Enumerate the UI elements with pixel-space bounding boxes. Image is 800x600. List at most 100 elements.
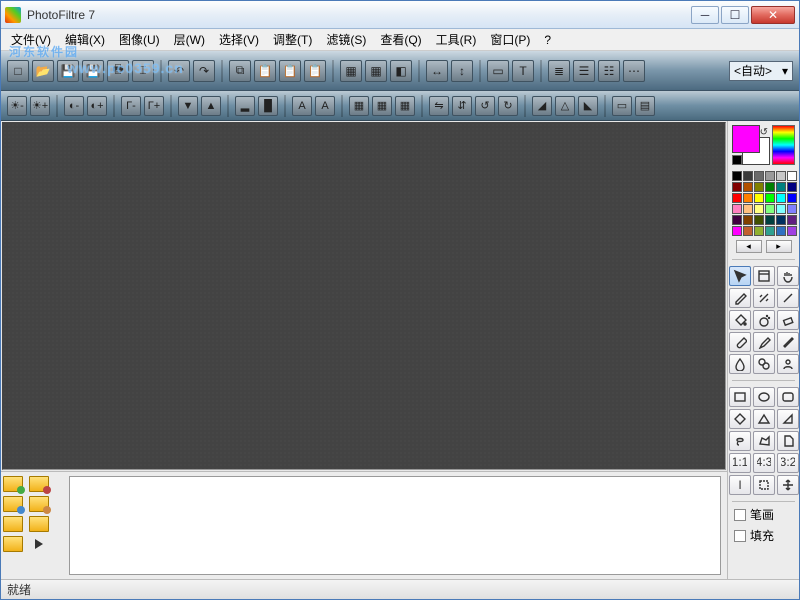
fit-h-button[interactable]: ↕	[451, 60, 473, 82]
rgba-button[interactable]: ▦	[365, 60, 387, 82]
layer-up-icon[interactable]	[3, 496, 23, 512]
palette-color[interactable]	[754, 182, 764, 192]
foreground-color[interactable]	[732, 125, 760, 153]
maximize-button[interactable]: ☐	[721, 6, 749, 24]
poly-tool[interactable]	[753, 431, 775, 451]
zoom-combo[interactable]: <自动>▾	[729, 61, 793, 81]
palette-color[interactable]	[754, 215, 764, 225]
brush-tool[interactable]	[729, 332, 751, 352]
palette-color[interactable]	[743, 193, 753, 203]
layer-new-icon[interactable]	[3, 476, 23, 492]
gray1-button[interactable]: ◢	[532, 96, 552, 116]
palette-color[interactable]	[787, 215, 797, 225]
grid3-button[interactable]: ▦	[395, 96, 415, 116]
palette-color[interactable]	[787, 204, 797, 214]
grid2-button[interactable]: ▦	[372, 96, 392, 116]
fx1-button[interactable]: ▭	[612, 96, 632, 116]
palette-color[interactable]	[765, 226, 775, 236]
fx2-button[interactable]: ▤	[635, 96, 655, 116]
minimize-button[interactable]: ─	[691, 6, 719, 24]
diamond-tool[interactable]	[729, 409, 751, 429]
palette-next-button[interactable]: ▸	[766, 240, 792, 253]
ratio-11-tool[interactable]: 1:1	[729, 453, 751, 473]
menu-10[interactable]: ?	[538, 31, 557, 49]
blur-tool[interactable]	[729, 354, 751, 374]
palette-color[interactable]	[732, 204, 742, 214]
fill-checkbox[interactable]: 填充	[728, 525, 799, 546]
eraser-tool[interactable]	[777, 310, 799, 330]
hist-up-button[interactable]: █	[258, 96, 278, 116]
fit-w-button[interactable]: ↔	[426, 60, 448, 82]
color-spectrum[interactable]	[772, 125, 795, 165]
hist-dn-button[interactable]: ▂	[235, 96, 255, 116]
saveall-button[interactable]: 💾	[82, 60, 104, 82]
palette-color[interactable]	[787, 171, 797, 181]
sat-dn-button[interactable]: ▼	[178, 96, 198, 116]
palette-color[interactable]	[787, 193, 797, 203]
menu-8[interactable]: 工具(R)	[430, 29, 483, 50]
bucket-tool[interactable]	[729, 310, 751, 330]
pointer-tool[interactable]	[729, 266, 751, 286]
palette-color[interactable]	[776, 171, 786, 181]
palette-color[interactable]	[776, 226, 786, 236]
gamma-up-button[interactable]: Γ+	[144, 96, 164, 116]
palette-color[interactable]	[732, 182, 742, 192]
palette-color[interactable]	[743, 215, 753, 225]
bright-up-button[interactable]: ☀+	[30, 96, 50, 116]
layers-strip[interactable]	[69, 476, 721, 575]
palette-color[interactable]	[754, 171, 764, 181]
layers-button[interactable]: ≣	[548, 60, 570, 82]
menu-5[interactable]: 调整(T)	[267, 29, 318, 50]
swap-colors-icon[interactable]: ↺	[760, 127, 768, 138]
clone-tool[interactable]	[753, 354, 775, 374]
play-icon[interactable]	[35, 539, 43, 549]
palette-color[interactable]	[765, 182, 775, 192]
layer-down-icon[interactable]	[29, 496, 49, 512]
bright-dn-button[interactable]: ☀-	[7, 96, 27, 116]
menu-0[interactable]: 文件(V)	[5, 29, 57, 50]
text-sel-tool[interactable]: I	[729, 475, 751, 495]
ellipse-tool[interactable]	[753, 387, 775, 407]
palette-color[interactable]	[743, 171, 753, 181]
text-button[interactable]: T	[512, 60, 534, 82]
palette-color[interactable]	[776, 215, 786, 225]
palette-color[interactable]	[776, 193, 786, 203]
scan-button[interactable]: ⌶	[132, 60, 154, 82]
paste-layer-button[interactable]: 📋	[304, 60, 326, 82]
palette-color[interactable]	[765, 171, 775, 181]
pencil-tool[interactable]	[777, 332, 799, 352]
palette-color[interactable]	[754, 226, 764, 236]
palette-color[interactable]	[732, 226, 742, 236]
adv-brush-tool[interactable]	[753, 332, 775, 352]
contrast-dn-button[interactable]: ◐-	[64, 96, 84, 116]
palette-color[interactable]	[765, 204, 775, 214]
gray3-button[interactable]: ◣	[578, 96, 598, 116]
palette-color[interactable]	[732, 215, 742, 225]
triangle-tool[interactable]	[753, 409, 775, 429]
palette-color[interactable]	[754, 204, 764, 214]
window-select-tool[interactable]	[753, 266, 775, 286]
ratio-43-tool[interactable]: 4:3	[753, 453, 775, 473]
rot-l-button[interactable]: ↺	[475, 96, 495, 116]
mask-button[interactable]: ◧	[390, 60, 412, 82]
copy-button[interactable]: ⧉	[229, 60, 251, 82]
palette-color[interactable]	[787, 226, 797, 236]
palette-color[interactable]	[743, 226, 753, 236]
lasso-tool[interactable]	[729, 431, 751, 451]
open-button[interactable]: 📂	[32, 60, 54, 82]
rounded-tool[interactable]	[777, 387, 799, 407]
ratio-32-tool[interactable]: 3:2	[777, 453, 799, 473]
menu-7[interactable]: 查看(Q)	[374, 29, 427, 50]
auto-l-button[interactable]: A	[292, 96, 312, 116]
palette-color[interactable]	[743, 182, 753, 192]
flip-h-button[interactable]: ⇋	[429, 96, 449, 116]
paste-button[interactable]: 📋	[254, 60, 276, 82]
palette-color[interactable]	[787, 182, 797, 192]
rgb-button[interactable]: ▦	[340, 60, 362, 82]
layer-merge-icon[interactable]	[3, 516, 23, 532]
gray2-button[interactable]: △	[555, 96, 575, 116]
paste-new-button[interactable]: 📋	[279, 60, 301, 82]
menu-9[interactable]: 窗口(P)	[484, 29, 536, 50]
palette-color[interactable]	[765, 193, 775, 203]
opts2-button[interactable]: ☷	[598, 60, 620, 82]
